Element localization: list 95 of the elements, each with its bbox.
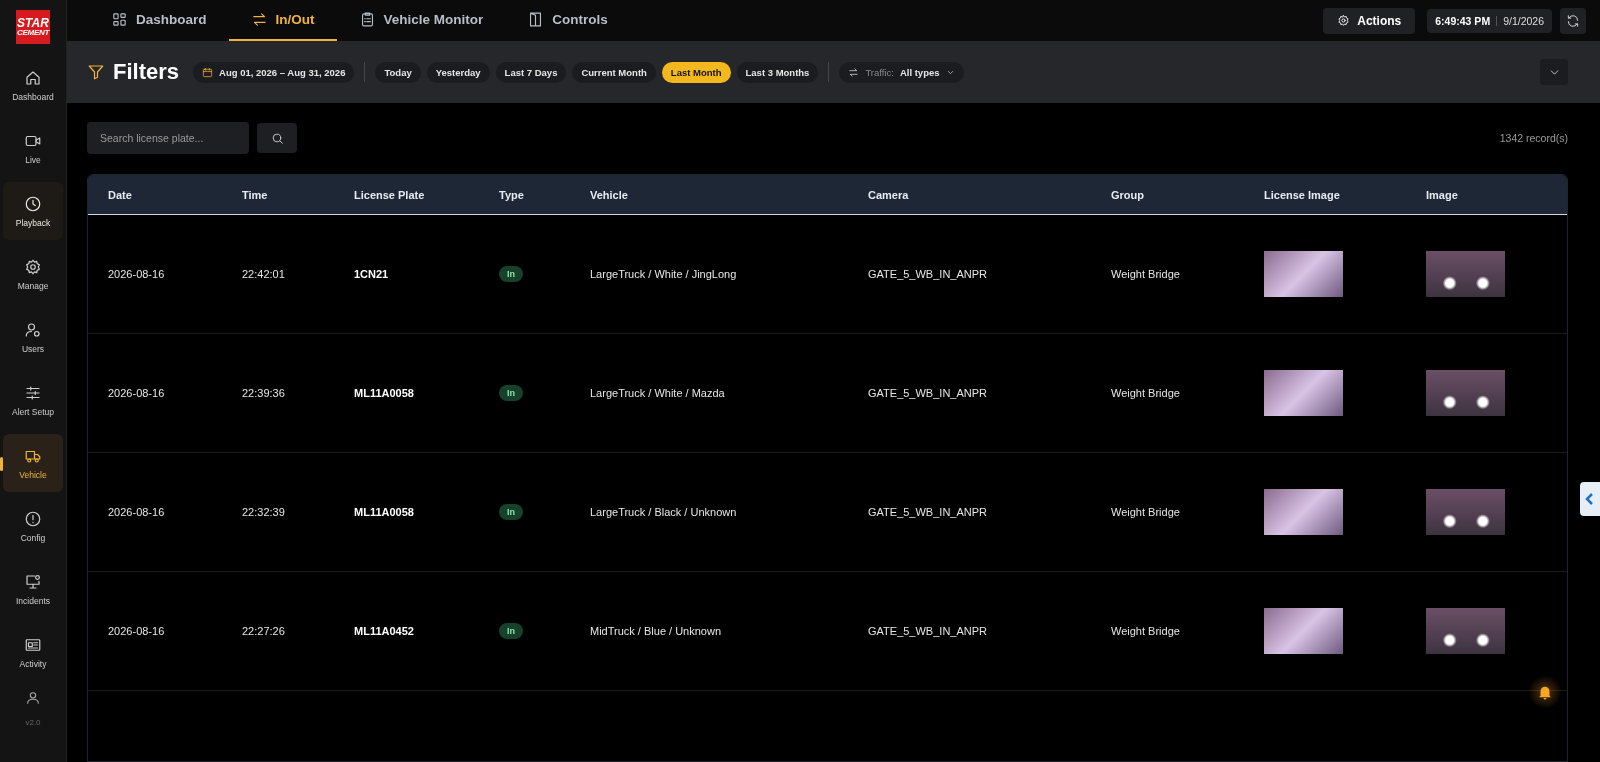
refresh-icon bbox=[1566, 13, 1580, 28]
alert-circle-icon bbox=[24, 509, 42, 528]
date-cell-text: 2026-08-16 bbox=[108, 625, 166, 638]
camera-cell-text: GATE_5_WB_IN_ANPR bbox=[868, 268, 988, 281]
filter-icon bbox=[87, 63, 105, 82]
type-badge: In bbox=[499, 504, 523, 521]
sidebar-item[interactable]: Incidents bbox=[3, 560, 63, 618]
version-label: v2.0 bbox=[25, 718, 41, 727]
nav-tab[interactable]: Dashboard bbox=[89, 0, 229, 41]
notification-button[interactable] bbox=[1528, 675, 1562, 709]
sidebar-item[interactable]: Users bbox=[3, 308, 63, 366]
column-header[interactable]: Image bbox=[1426, 188, 1567, 201]
sliders-icon bbox=[24, 383, 42, 402]
grid-icon bbox=[111, 11, 128, 28]
search-field[interactable]: Search license plate... bbox=[87, 122, 249, 155]
filters-title: Filters bbox=[113, 59, 180, 86]
nav-tab[interactable]: Controls bbox=[505, 0, 630, 41]
clock-icon bbox=[24, 194, 42, 213]
column-header[interactable]: Date bbox=[108, 188, 242, 201]
search-icon bbox=[270, 131, 284, 145]
group-cell-text: Weight Bridge bbox=[1111, 268, 1181, 281]
group-cell-text: Weight Bridge bbox=[1111, 506, 1181, 519]
date-cell-text: 2026-08-16 bbox=[108, 268, 166, 281]
camera-cell-text: GATE_5_WB_IN_ANPR bbox=[868, 625, 988, 638]
logo-text: STAR bbox=[17, 17, 49, 29]
camera-cell-text: GATE_5_WB_IN_ANPR bbox=[868, 506, 988, 519]
clock-time: 6:49:43 PM bbox=[1435, 14, 1491, 27]
nav-tab[interactable]: Vehicle Monitor bbox=[336, 0, 506, 41]
group-cell-text: Weight Bridge bbox=[1111, 387, 1181, 400]
time-cell-text: 22:32:39 bbox=[242, 506, 286, 519]
vehicle-cell-text: LargeTruck / White / Mazda bbox=[590, 387, 726, 400]
photo-placeholder[interactable] bbox=[1264, 251, 1343, 298]
sidebar-item[interactable]: Alert Setup bbox=[3, 371, 63, 429]
camera-cell-text: GATE_5_WB_IN_ANPR bbox=[868, 387, 988, 400]
license-plate-cell-text: ML11A0058 bbox=[354, 506, 415, 519]
photo-placeholder[interactable] bbox=[1426, 370, 1505, 417]
license-plate-cell-text: 1CN21 bbox=[354, 268, 390, 281]
date-preset-chip[interactable]: Yesterday bbox=[426, 61, 490, 83]
chevron-left-icon bbox=[1585, 493, 1595, 505]
sidebar-item[interactable]: Dashboard bbox=[3, 56, 63, 114]
type-badge: In bbox=[499, 385, 523, 402]
column-header[interactable]: Type bbox=[499, 188, 590, 201]
logo-subtext: CEMENT bbox=[17, 29, 49, 37]
photo-placeholder[interactable] bbox=[1426, 608, 1505, 655]
settings-icon bbox=[1337, 14, 1351, 27]
time-cell-text: 22:39:36 bbox=[242, 387, 286, 400]
traffic-dropdown[interactable]: Traffic: All types bbox=[839, 61, 964, 83]
photo-placeholder[interactable] bbox=[1264, 370, 1343, 417]
column-header[interactable]: Group bbox=[1111, 188, 1264, 201]
date-cell-text: 2026-08-16 bbox=[108, 506, 166, 519]
date-preset-chip[interactable]: Last 3 Months bbox=[736, 61, 819, 83]
photo-placeholder[interactable] bbox=[1264, 489, 1343, 536]
vehicle-cell-text: MidTruck / Blue / Unknown bbox=[590, 625, 723, 638]
photo-placeholder[interactable] bbox=[1426, 251, 1505, 298]
vehicle-cell-text: LargeTruck / White / JingLong bbox=[590, 268, 738, 281]
clock-date: 9/1/2026 bbox=[1503, 14, 1544, 27]
group-cell-text: Weight Bridge bbox=[1111, 625, 1181, 638]
license-plate-cell-text: ML11A0452 bbox=[354, 625, 415, 638]
refresh-button[interactable] bbox=[1560, 7, 1586, 34]
column-header[interactable]: License Plate bbox=[354, 188, 499, 201]
type-badge: In bbox=[499, 623, 523, 640]
column-header[interactable]: License Image bbox=[1264, 188, 1426, 201]
date-preset-chip[interactable]: Last 7 Days bbox=[495, 61, 567, 83]
search-button[interactable] bbox=[257, 123, 297, 154]
date-preset-chip[interactable]: Today bbox=[375, 61, 421, 83]
sidebar-item[interactable]: Vehicle bbox=[3, 434, 63, 492]
column-header[interactable]: Camera bbox=[868, 188, 1111, 201]
vehicle-cell-text: LargeTruck / Black / Unknown bbox=[590, 506, 738, 519]
user-gear-icon bbox=[24, 320, 42, 339]
date-preset-chip[interactable]: Last Month bbox=[661, 61, 731, 83]
sidebar-item[interactable]: Activity bbox=[3, 623, 63, 681]
license-plate-cell-text: ML11A0058 bbox=[354, 387, 415, 400]
time-cell-text: 22:27:26 bbox=[242, 625, 286, 638]
time-cell-text: 22:42:01 bbox=[242, 268, 286, 281]
sidebar-item[interactable]: Live bbox=[3, 119, 63, 177]
type-badge: In bbox=[499, 266, 523, 283]
column-header[interactable]: Vehicle bbox=[590, 188, 868, 201]
sidebar-item[interactable]: Config bbox=[3, 497, 63, 555]
actions-button[interactable]: Actions bbox=[1323, 7, 1416, 34]
monitor-gear-icon bbox=[24, 572, 42, 591]
photo-placeholder[interactable] bbox=[1264, 608, 1343, 655]
date-preset-chip[interactable]: Current Month bbox=[572, 61, 656, 83]
calendar-icon bbox=[202, 66, 214, 78]
photo-placeholder[interactable] bbox=[1426, 489, 1505, 536]
date-range-picker[interactable]: Aug 01, 2026 – Aug 31, 2026 bbox=[193, 61, 355, 83]
swap-arrows-icon bbox=[250, 11, 268, 28]
settings-icon bbox=[24, 257, 42, 276]
column-header[interactable]: Time bbox=[242, 188, 354, 201]
user-icon[interactable] bbox=[25, 690, 41, 706]
sidebar-item[interactable]: Manage bbox=[3, 245, 63, 303]
date-cell-text: 2026-08-16 bbox=[108, 387, 166, 400]
collapse-handle[interactable] bbox=[1580, 482, 1600, 516]
swap-arrows-icon bbox=[848, 66, 860, 78]
sidebar-item[interactable]: Playback bbox=[3, 182, 63, 240]
record-count: 1342 record(s) bbox=[1499, 132, 1568, 145]
